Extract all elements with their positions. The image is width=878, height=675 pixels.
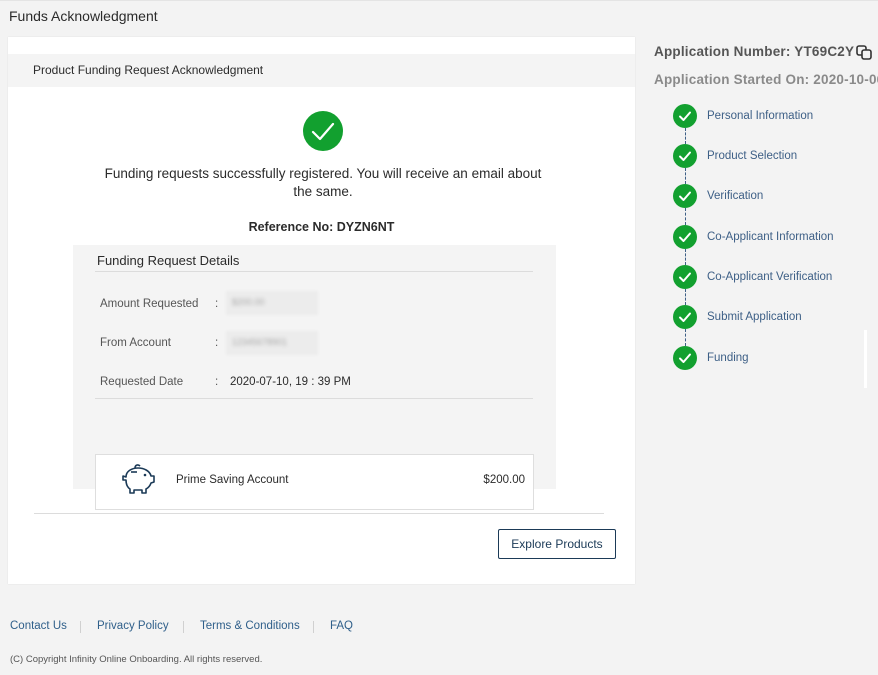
terms-conditions-link[interactable]: Terms & Conditions bbox=[200, 620, 300, 632]
divider bbox=[80, 621, 81, 633]
divider bbox=[95, 398, 533, 399]
divider bbox=[34, 513, 604, 514]
check-icon bbox=[673, 104, 697, 128]
from-account-label: From Account bbox=[100, 337, 171, 349]
requested-date-label: Requested Date bbox=[100, 376, 184, 388]
scrollbar[interactable] bbox=[864, 330, 867, 388]
divider bbox=[313, 621, 314, 633]
step-label: Personal Information bbox=[707, 110, 814, 122]
step-label: Co-Applicant Information bbox=[707, 231, 834, 243]
page-title: Funds Acknowledgment bbox=[9, 8, 158, 24]
check-icon bbox=[673, 144, 697, 168]
product-amount: $200.00 bbox=[483, 474, 525, 486]
step-label: Funding bbox=[707, 352, 749, 364]
step-label: Product Selection bbox=[707, 150, 798, 162]
step-connector bbox=[685, 128, 686, 144]
application-started-date: Application Started On: 2020-10-06 bbox=[654, 72, 878, 87]
explore-products-button[interactable]: Explore Products bbox=[498, 529, 616, 559]
step-label: Verification bbox=[707, 190, 764, 202]
amount-requested-value-masked: $200.00 bbox=[226, 291, 318, 315]
step-label: Submit Application bbox=[707, 311, 802, 323]
application-stepper: Personal Information Product Selection V… bbox=[673, 104, 873, 384]
step-label: Co-Applicant Verification bbox=[707, 271, 833, 283]
application-number: Application Number: YT69C2Y bbox=[654, 44, 855, 59]
step-connector bbox=[685, 329, 686, 346]
faq-link[interactable]: FAQ bbox=[330, 620, 353, 632]
divider bbox=[183, 621, 184, 633]
step-product-selection[interactable]: Product Selection bbox=[673, 144, 873, 168]
product-name: Prime Saving Account bbox=[176, 474, 289, 486]
step-verification[interactable]: Verification bbox=[673, 184, 873, 208]
step-connector bbox=[685, 249, 686, 265]
card-header-title: Product Funding Request Acknowledgment bbox=[33, 63, 264, 77]
acknowledgment-card: Product Funding Request Acknowledgment F… bbox=[8, 37, 635, 584]
reference-number: Reference No: DYZN6NT bbox=[248, 220, 395, 234]
step-funding[interactable]: Funding bbox=[673, 346, 873, 370]
step-connector bbox=[685, 168, 686, 184]
check-icon bbox=[673, 225, 697, 249]
privacy-policy-link[interactable]: Privacy Policy bbox=[97, 620, 169, 632]
divider bbox=[95, 271, 533, 272]
copyright: (C) Copyright Infinity Online Onboarding… bbox=[10, 654, 263, 665]
card-header: Product Funding Request Acknowledgment bbox=[8, 54, 635, 87]
details-title: Funding Request Details bbox=[97, 253, 240, 268]
step-co-applicant-verification[interactable]: Co-Applicant Verification bbox=[673, 265, 873, 289]
requested-date-value: 2020-07-10, 19 : 39 PM bbox=[230, 376, 351, 388]
from-account-value-masked: 12345678901 bbox=[226, 331, 318, 355]
piggy-bank-icon bbox=[120, 462, 156, 501]
product-card: Prime Saving Account $200.00 bbox=[95, 454, 534, 510]
check-icon bbox=[673, 346, 697, 370]
colon: : bbox=[215, 376, 219, 388]
check-icon bbox=[673, 265, 697, 289]
check-icon bbox=[673, 184, 697, 208]
step-connector bbox=[685, 208, 686, 225]
contact-us-link[interactable]: Contact Us bbox=[10, 620, 67, 632]
check-circle-icon bbox=[303, 111, 343, 151]
step-connector bbox=[685, 289, 686, 305]
step-submit-application[interactable]: Submit Application bbox=[673, 305, 873, 329]
step-personal-information[interactable]: Personal Information bbox=[673, 104, 873, 128]
amount-requested-label: Amount Requested bbox=[100, 298, 199, 310]
colon: : bbox=[215, 337, 219, 349]
funding-request-details: Funding Request Details Amount Requested… bbox=[73, 245, 556, 510]
check-icon bbox=[673, 305, 697, 329]
top-bar: Funds Acknowledgment bbox=[0, 0, 878, 31]
success-message: Funding requests successfully registered… bbox=[104, 166, 542, 199]
copy-icon[interactable] bbox=[855, 44, 873, 65]
colon: : bbox=[215, 298, 219, 310]
step-co-applicant-information[interactable]: Co-Applicant Information bbox=[673, 225, 873, 249]
